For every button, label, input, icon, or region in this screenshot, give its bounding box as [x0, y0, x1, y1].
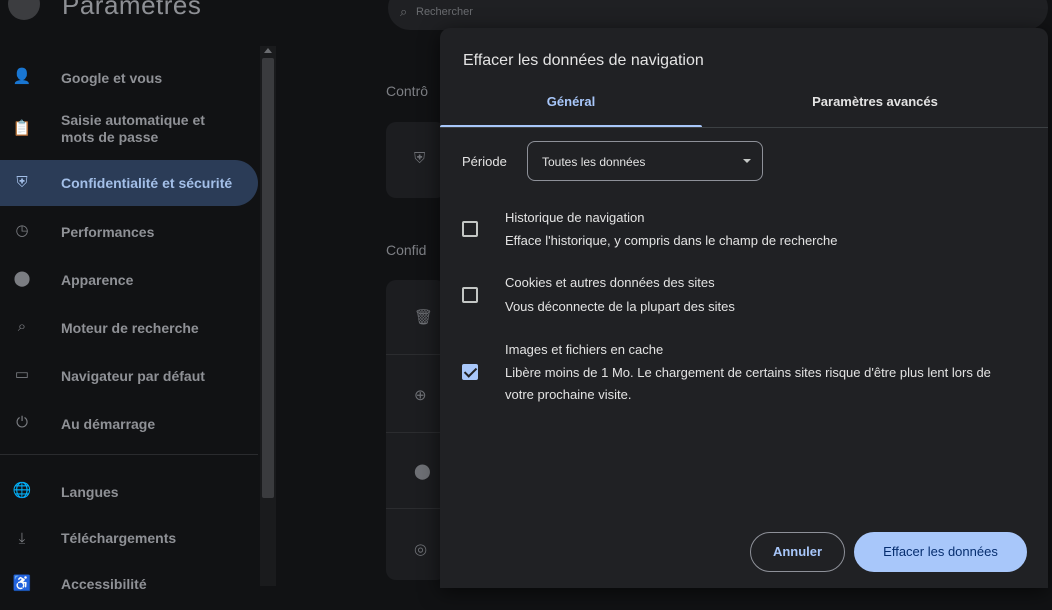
- sidebar-item-label: Google et vous: [61, 70, 163, 86]
- chrome-logo-icon: [8, 0, 40, 20]
- period-select[interactable]: Toutes les données: [527, 141, 763, 181]
- checkmark-icon: [463, 364, 478, 378]
- sidebar-item-performance[interactable]: ◷ Performances: [0, 208, 258, 254]
- sidebar-item-search-engine[interactable]: ⌕ Moteur de recherche: [0, 304, 258, 350]
- sidebar-divider: [0, 454, 258, 455]
- cache-title: Images et fichiers en cache: [505, 342, 664, 357]
- sidebar-item-privacy[interactable]: ⛨ Confidentialité et sécurité: [0, 160, 258, 206]
- page-title: Paramètres: [62, 0, 202, 20]
- clear-browsing-data-dialog: Effacer les données de navigation Généra…: [440, 28, 1048, 588]
- speedometer-icon: ◷: [15, 222, 29, 239]
- accessibility-icon: ♿: [12, 575, 32, 592]
- sidebar-item-label: Téléchargements: [61, 530, 177, 546]
- sidebar-item-accessibility[interactable]: ♿ Accessibilité: [0, 564, 258, 610]
- cookies-title: Cookies et autres données des sites: [505, 275, 715, 290]
- sidebar-item-languages[interactable]: 🌐 Langues: [0, 468, 258, 514]
- cookie-icon[interactable]: ⬤: [414, 462, 431, 480]
- sidebar-item-label: Confidentialité et sécurité: [61, 175, 233, 191]
- globe-icon: 🌐: [12, 482, 32, 499]
- sidebar-item-autofill[interactable]: 📋 Saisie automatique et mots de passe: [0, 106, 258, 152]
- compass-icon[interactable]: ⊕: [414, 386, 427, 404]
- sidebar-item-on-startup[interactable]: ⏻ Au démarrage: [0, 400, 258, 446]
- scroll-thumb[interactable]: [262, 58, 274, 498]
- trash-icon[interactable]: 🗑: [414, 308, 433, 326]
- scroll-up-arrow-icon[interactable]: [264, 48, 272, 53]
- cookies-description: Vous déconnecte de la plupart des sites: [505, 299, 735, 314]
- sidebar-item-label: Apparence: [61, 272, 134, 288]
- chevron-down-icon: [743, 159, 751, 163]
- download-icon: ⤓: [18, 530, 26, 547]
- shield-check-icon: ⛨: [414, 150, 426, 167]
- security-icon[interactable]: ◎: [414, 540, 427, 558]
- sidebar-item-label: Moteur de recherche: [61, 320, 199, 336]
- power-icon: ⏻: [16, 414, 28, 431]
- sidebar-item-default-browser[interactable]: ▭ Navigateur par défaut: [0, 352, 258, 398]
- clear-data-button[interactable]: Effacer les données: [854, 532, 1027, 572]
- tab-general[interactable]: Général: [440, 84, 702, 128]
- dialog-title: Effacer les données de navigation: [463, 52, 704, 69]
- history-description: Efface l'historique, y compris dans le c…: [505, 233, 838, 248]
- search-icon: ⌕: [400, 4, 408, 19]
- cancel-button[interactable]: Annuler: [750, 532, 845, 572]
- search-input[interactable]: ⌕ Rechercher: [388, 0, 1048, 30]
- sidebar-scrollbar[interactable]: [260, 46, 276, 586]
- divider: [386, 508, 446, 509]
- period-label: Période: [462, 154, 507, 169]
- tab-divider: [440, 127, 1048, 128]
- sidebar-item-label: Langues: [61, 484, 119, 500]
- cookies-checkbox[interactable]: [462, 287, 478, 303]
- palette-icon: ⬤: [13, 270, 31, 287]
- sidebar-item-label: Performances: [61, 224, 155, 240]
- history-checkbox[interactable]: [462, 221, 478, 237]
- sidebar-item-label: Accessibilité: [61, 576, 147, 592]
- cache-checkbox[interactable]: [462, 364, 478, 380]
- clipboard-icon: 📋: [12, 120, 32, 137]
- search-placeholder: Rechercher: [416, 6, 473, 18]
- divider: [386, 432, 446, 433]
- sidebar-item-appearance[interactable]: ⬤ Apparence: [0, 256, 258, 302]
- period-value: Toutes les données: [542, 155, 646, 169]
- shield-icon: ⛨: [16, 174, 28, 191]
- divider: [386, 354, 446, 355]
- section-heading-privacy: Confid: [386, 242, 427, 258]
- cache-description: Libère moins de 1 Mo. Le chargement de c…: [505, 365, 991, 402]
- history-title: Historique de navigation: [505, 210, 645, 225]
- sidebar: 👤 Google et vous 📋 Saisie automatique et…: [0, 46, 258, 592]
- tab-advanced[interactable]: Paramètres avancés: [702, 84, 1048, 128]
- sidebar-item-downloads[interactable]: ⤓ Téléchargements: [0, 516, 258, 562]
- section-heading-controls: Contrô: [386, 83, 429, 99]
- browser-icon: ▭: [14, 366, 30, 383]
- sidebar-item-label: Au démarrage: [61, 416, 156, 432]
- sidebar-item-google-et-vous[interactable]: 👤 Google et vous: [0, 54, 258, 100]
- person-icon: 👤: [12, 68, 32, 85]
- search-icon: ⌕: [17, 318, 27, 335]
- sidebar-item-label: Navigateur par défaut: [61, 368, 205, 384]
- sidebar-item-label: Saisie automatique et mots de passe: [61, 112, 205, 145]
